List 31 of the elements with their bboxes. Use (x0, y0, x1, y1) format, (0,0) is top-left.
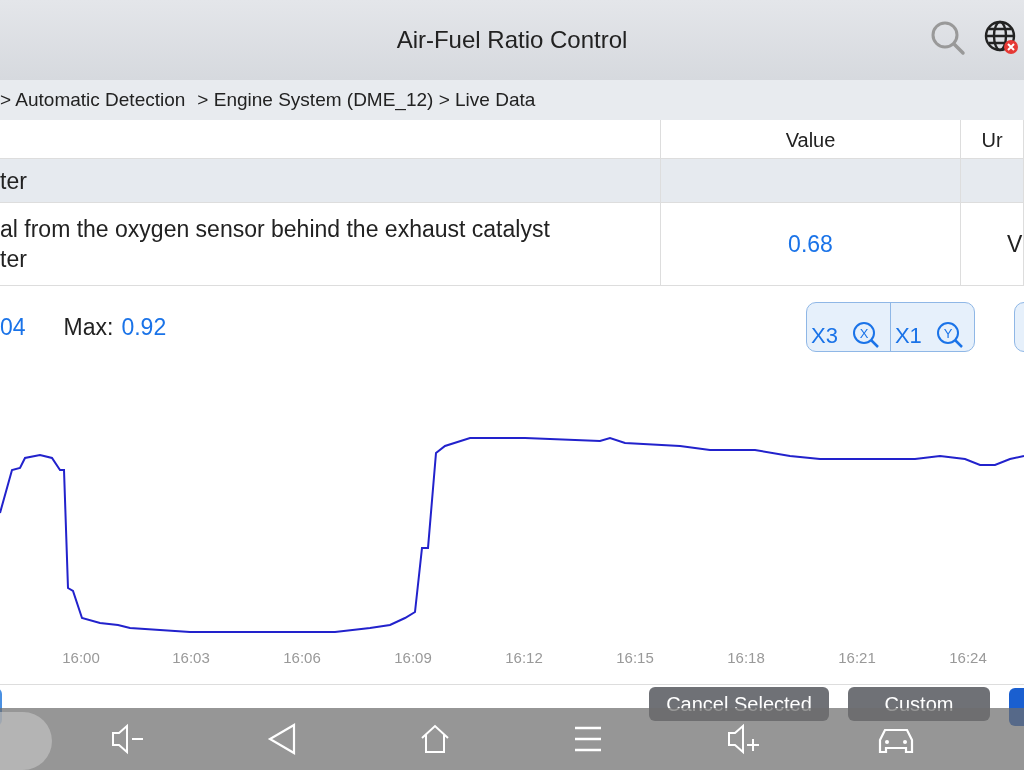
axis-tick-label: 16:06 (283, 649, 321, 666)
table-row[interactable]: ter (0, 159, 1024, 203)
axis-tick-label: 16:24 (949, 649, 987, 666)
zoom-button[interactable]: X3 X (807, 303, 890, 351)
search-icon[interactable] (930, 20, 966, 56)
max-value: 0.92 (121, 313, 167, 341)
axis-tick-label: 16:15 (616, 649, 654, 666)
axis-tick-label: 16:12 (505, 649, 543, 666)
axis-tick-label: 16:09 (394, 649, 432, 666)
back-icon[interactable] (266, 722, 298, 756)
column-header: Value (661, 120, 961, 158)
axis-tick-label: 16:03 (172, 649, 210, 666)
table-row[interactable]: al from the oxygen sensor behind the exhaust catalyst ter 0.68 V (0, 203, 1024, 286)
window-title: Air-Fuel Ratio Control (396, 26, 628, 54)
column-header: Ur (961, 120, 1024, 158)
parameter-name: al from the oxygen sensor behind the exhaust catalyst ter (0, 215, 550, 274)
breadcrumb-item[interactable]: > Engine System (DME_12) > Live Data (197, 89, 536, 111)
globe-icon[interactable] (984, 20, 1020, 56)
axis-tick-label: 16:18 (727, 649, 765, 666)
zoom-button[interactable]: X1 Y (889, 303, 974, 351)
min-value: 04 (0, 313, 26, 341)
breadcrumb-item[interactable]: > Automatic Detection (0, 89, 186, 111)
volume-up-icon[interactable] (726, 722, 762, 756)
unit-cell: V (1007, 230, 1023, 258)
home-icon[interactable] (419, 722, 451, 756)
axis-tick-label: 16:21 (838, 649, 876, 666)
axis-tick-label: 16:00 (62, 649, 100, 666)
value-cell: 0.68 (788, 230, 833, 258)
volume-down-icon[interactable] (110, 722, 146, 756)
max-label: Max: (63, 313, 114, 341)
parameter-name: ter (0, 166, 27, 196)
